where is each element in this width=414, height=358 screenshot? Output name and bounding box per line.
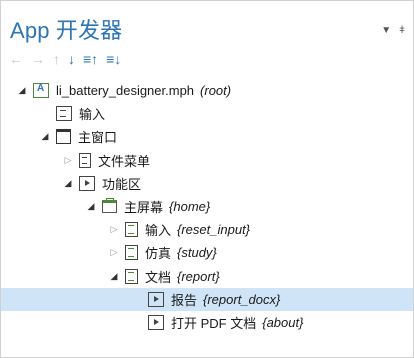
- collapse-all-button[interactable]: ≡↓: [106, 51, 121, 67]
- ribbon-icon: [148, 315, 164, 330]
- collapsed-triangle-icon[interactable]: ▷: [109, 224, 119, 235]
- ribbon-icon: [79, 175, 95, 191]
- chevron-down-icon[interactable]: ▼: [381, 25, 391, 36]
- tree-node[interactable]: ◢ 文档 {report}: [1, 265, 413, 288]
- panel-header-controls: ▼ ǂ: [373, 25, 405, 36]
- tree-node-tag: {reset_input}: [177, 222, 251, 238]
- tree-toolbar: ← → ↑ ↓ ≡↑ ≡↓: [9, 51, 129, 71]
- tree-node-tag: {home}: [169, 199, 211, 214]
- collapsed-triangle-icon[interactable]: ▷: [63, 155, 73, 166]
- tree-node-tag: {report_docx}: [203, 291, 281, 307]
- tree-node[interactable]: ◢ 主窗口: [1, 125, 413, 148]
- tree-node-label: 仿真: [145, 246, 172, 262]
- tree-node-label: 输入: [79, 107, 106, 123]
- expand-all-button[interactable]: ≡↑: [83, 51, 98, 67]
- expanded-triangle-icon[interactable]: ◢: [86, 201, 96, 212]
- expanded-triangle-icon[interactable]: ◢: [40, 131, 50, 142]
- page-icon: [125, 222, 138, 238]
- tree-node-label: 文档: [145, 269, 172, 285]
- tree-node-label: 文件菜单: [98, 153, 151, 169]
- panel-title-app: App: [10, 18, 50, 43]
- tree-node-label: 主屏幕: [124, 200, 164, 215]
- tree-node-label: 功能区: [102, 176, 142, 192]
- tree-node-tag: (root): [200, 83, 232, 98]
- tree-node[interactable]: ▷ 仿真 {study}: [1, 241, 413, 264]
- move-up-button[interactable]: ↑: [53, 51, 60, 67]
- tree-node-label: 主窗口: [78, 130, 118, 146]
- tree-node[interactable]: 输入: [1, 102, 413, 125]
- tree-node[interactable]: ◢ 主屏幕 {home}: [1, 195, 413, 218]
- app-icon: [33, 83, 49, 98]
- screen-icon: [102, 198, 117, 213]
- tree-node-label: 打开 PDF 文档: [171, 316, 257, 331]
- tree-node-label: 输入: [145, 223, 172, 239]
- tree-node-label: li_battery_designer.mph: [56, 83, 195, 98]
- expanded-triangle-icon[interactable]: ◢: [63, 178, 73, 189]
- ribbon-icon: [148, 291, 164, 307]
- back-button[interactable]: ←: [9, 51, 23, 67]
- menu-icon: [79, 152, 91, 168]
- tree-node-tag: {about}: [262, 315, 304, 330]
- window-icon: [56, 129, 71, 145]
- tree-node-tag: {report}: [177, 268, 220, 284]
- tree-node[interactable]: ▷ 文件菜单: [1, 149, 413, 172]
- expanded-triangle-icon[interactable]: ◢: [17, 85, 27, 96]
- expanded-triangle-icon[interactable]: ◢: [109, 271, 119, 282]
- tree-node[interactable]: ◢ li_battery_designer.mph (root): [1, 79, 413, 102]
- pin-icon[interactable]: ǂ: [399, 25, 405, 36]
- forward-button[interactable]: →: [31, 51, 45, 67]
- form-icon: [56, 106, 72, 122]
- tree-node-tag: {study}: [177, 245, 217, 261]
- page-icon: [125, 245, 138, 261]
- tree-node[interactable]: 打开 PDF 文档 {about}: [1, 311, 413, 334]
- panel-title: App 开发器: [10, 13, 122, 45]
- tree-node[interactable]: ◢ 功能区: [1, 172, 413, 195]
- tree-node[interactable]: ▷ 输入 {reset_input}: [1, 218, 413, 241]
- collapsed-triangle-icon[interactable]: ▷: [109, 247, 119, 258]
- page-icon: [125, 268, 138, 284]
- tree-node[interactable]: 报告 {report_docx}: [1, 287, 413, 311]
- tree-node-label: 报告: [171, 292, 198, 308]
- application-builder-panel: App开发器 ▼ǂ ←→↑↓≡↑≡↓ ◢li_battery_designer.…: [0, 0, 414, 358]
- move-down-button[interactable]: ↓: [68, 51, 75, 67]
- panel-title-text: 开发器: [55, 18, 123, 43]
